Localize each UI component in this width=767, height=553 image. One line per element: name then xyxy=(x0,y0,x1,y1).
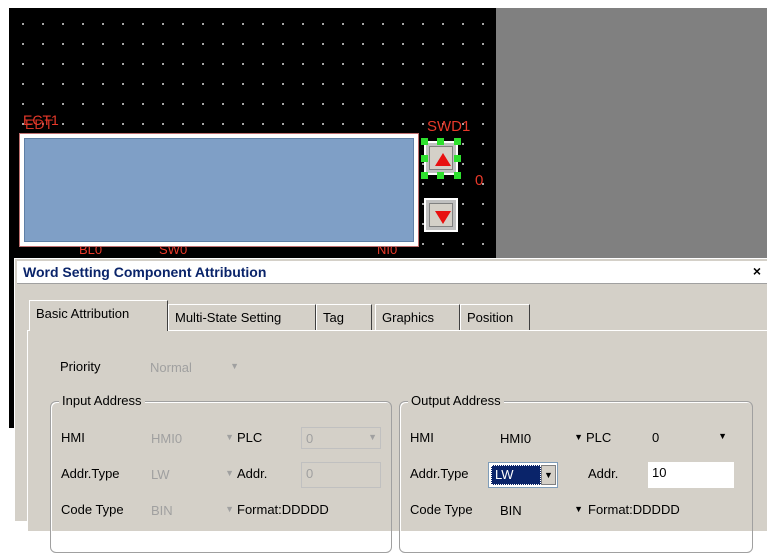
output-code-type-select[interactable]: BIN ▼ xyxy=(496,500,586,522)
output-addr-value: 10 xyxy=(652,465,667,480)
tab-label: Tag xyxy=(323,310,344,325)
digit-label: 0 xyxy=(475,172,484,189)
output-addr-type-value: LW xyxy=(491,465,541,485)
close-icon[interactable]: × xyxy=(749,263,765,279)
input-address-title: Input Address xyxy=(59,393,145,408)
resize-handle-icon[interactable] xyxy=(437,172,444,179)
decrement-switch-face xyxy=(429,203,453,227)
chevron-down-icon: ▼ xyxy=(230,361,239,371)
output-hmi-label: HMI xyxy=(410,430,434,445)
word-display-face xyxy=(24,138,414,242)
word-display-component[interactable] xyxy=(19,133,419,247)
output-plc-select[interactable]: 0 ▼ xyxy=(648,427,730,449)
input-plc-value: 0 xyxy=(306,431,314,446)
input-code-type-label: Code Type xyxy=(61,502,124,517)
output-hmi-select[interactable]: HMI0 ▼ xyxy=(496,428,586,450)
resize-handle-icon[interactable] xyxy=(454,172,461,179)
priority-value: Normal xyxy=(150,360,192,375)
input-addr-type-label: Addr.Type xyxy=(61,466,120,481)
output-format-text: Format:DDDDD xyxy=(588,502,680,517)
tab-graphics[interactable]: Graphics xyxy=(375,304,460,330)
input-hmi-value: HMI0 xyxy=(151,431,183,446)
tab-label: Basic Attribution xyxy=(36,306,130,321)
priority-label: Priority xyxy=(60,359,101,374)
chevron-down-icon: ▼ xyxy=(574,432,583,442)
resize-handle-icon[interactable] xyxy=(437,138,444,145)
chevron-down-icon: ▼ xyxy=(225,468,234,478)
chevron-down-icon: ▼ xyxy=(574,504,583,514)
output-plc-value: 0 xyxy=(652,430,660,445)
switch-label: SWD1 xyxy=(427,118,471,135)
workspace-background xyxy=(496,8,767,258)
input-format-text: Format:DDDDD xyxy=(237,502,329,517)
input-hmi-select[interactable]: HMI0 ▼ xyxy=(147,428,237,450)
tab-label: Multi-State Setting xyxy=(175,310,282,325)
input-addr-label: Addr. xyxy=(237,466,268,481)
dialog-title: Word Setting Component Attribution xyxy=(23,264,267,280)
tab-tag[interactable]: Tag xyxy=(316,304,372,330)
tab-multi-state-setting[interactable]: Multi-State Setting xyxy=(168,304,316,330)
output-plc-label: PLC xyxy=(586,430,612,445)
decrement-switch[interactable] xyxy=(424,198,458,232)
increment-switch-face xyxy=(429,146,453,170)
basic-attribution-panel: Priority Normal ▼ Input Address HMI HMI0… xyxy=(27,330,767,553)
input-plc-select[interactable]: 0 ▼ xyxy=(301,427,381,449)
input-address-group: Input Address HMI HMI0 ▼ PLC 0 ▼ Addr.Ty… xyxy=(50,393,392,553)
priority-select[interactable]: Normal ▼ xyxy=(146,357,242,379)
input-addr-type-select[interactable]: LW ▼ xyxy=(147,464,237,486)
output-address-group: Output Address HMI HMI0 ▼ PLC 0 ▼ Addr.T… xyxy=(399,393,753,553)
chevron-down-icon: ▼ xyxy=(368,432,377,442)
input-addr-field[interactable]: 0 xyxy=(301,462,381,488)
chevron-down-icon: ▼ xyxy=(225,432,234,442)
tab-label: Graphics xyxy=(382,310,435,325)
input-hmi-label: HMI xyxy=(61,430,85,445)
output-hmi-value: HMI0 xyxy=(500,431,532,446)
resize-handle-icon[interactable] xyxy=(421,172,428,179)
output-addr-type-select[interactable]: LW ▼ xyxy=(488,462,558,488)
down-triangle-icon xyxy=(435,211,451,224)
input-plc-label: PLC xyxy=(237,430,263,445)
up-triangle-icon xyxy=(435,153,451,166)
word-setting-dialog: Word Setting Component Attribution × Bas… xyxy=(14,258,767,553)
output-address-title: Output Address xyxy=(408,393,504,408)
resize-handle-icon[interactable] xyxy=(421,155,428,162)
tab-label: Position xyxy=(467,310,514,325)
edit-label-overlap: EDT xyxy=(25,116,53,132)
chevron-down-icon[interactable]: ▼ xyxy=(541,465,556,485)
output-code-type-label: Code Type xyxy=(410,502,473,517)
output-addr-type-label: Addr.Type xyxy=(410,466,469,481)
tab-basic-attribution[interactable]: Basic Attribution xyxy=(29,300,168,331)
dialog-titlebar[interactable]: Word Setting Component Attribution × xyxy=(17,261,767,284)
input-addr-value: 0 xyxy=(306,466,314,481)
resize-handle-icon[interactable] xyxy=(454,138,461,145)
output-addr-field[interactable]: 10 xyxy=(648,462,734,488)
input-code-type-value: BIN xyxy=(151,503,173,518)
input-code-type-select[interactable]: BIN ▼ xyxy=(147,500,237,522)
tab-position[interactable]: Position xyxy=(460,304,530,330)
output-addr-label: Addr. xyxy=(588,466,619,481)
chevron-down-icon: ▼ xyxy=(718,431,727,441)
resize-handle-icon[interactable] xyxy=(454,155,461,162)
output-code-type-value: BIN xyxy=(500,503,522,518)
resize-handle-icon[interactable] xyxy=(421,138,428,145)
increment-switch[interactable] xyxy=(424,141,458,175)
input-addr-type-value: LW xyxy=(151,467,170,482)
chevron-down-icon: ▼ xyxy=(225,504,234,514)
